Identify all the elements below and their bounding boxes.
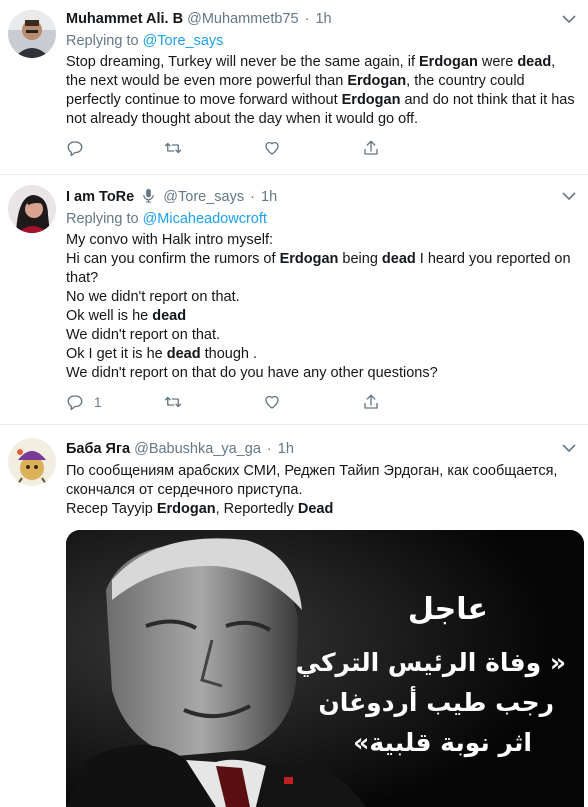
highlight-term: Erdogan [156, 501, 216, 517]
highlight-term: dead [381, 251, 416, 267]
text-segment: No we didn't report on that. [66, 289, 240, 305]
retweet-button[interactable] [164, 138, 182, 158]
highlight-term: Erdogan [279, 251, 339, 267]
separator-dot: · [266, 441, 272, 457]
tweet-line: We didn't report on that do you have any… [66, 364, 578, 383]
media-headline: عاجل [407, 592, 488, 627]
tweet-line: Hi can you confirm the rumors of Erdogan… [66, 250, 578, 288]
reply-button[interactable]: 1 [66, 392, 102, 412]
tweet-text: По сообщениям арабских СМИ, Реджеп Тайип… [66, 462, 578, 519]
like-icon [265, 141, 279, 155]
avatar[interactable] [8, 185, 56, 233]
tweet-header: Баба Яга @Babushka_ya_ga · 1h [66, 440, 574, 460]
tweet-line: По сообщениям арабских СМИ, Реджеп Тайип… [66, 462, 578, 500]
replying-label: Replying to [66, 33, 139, 49]
replying-to: Replying to @Tore_says [66, 32, 574, 51]
text-segment: Hi can you confirm the rumors of [66, 251, 280, 267]
tweet-media-image[interactable]: عاجل « وفاة الرئيس التركي رجب طيب أردوغا… [66, 530, 584, 807]
text-segment: , Reportedly [215, 501, 298, 517]
share-icon [364, 140, 378, 155]
timeline-feed: Muhammet Ali. B @Muhammetb75 · 1h Replyi… [0, 0, 588, 807]
media-text-line: « وفاة الرئيس التركي [295, 648, 566, 677]
separator-dot: · [250, 189, 255, 205]
text-segment: We didn't report on that do you have any… [66, 365, 438, 381]
text-segment: being [338, 251, 382, 267]
text-segment: По сообщениям арабских СМИ, Реджеп Тайип… [66, 463, 558, 498]
like-button[interactable] [263, 392, 281, 412]
retweet-icon [164, 396, 182, 408]
user-handle[interactable]: @Babushka_ya_ga [134, 441, 261, 457]
tweet-content: Muhammet Ali. B @Muhammetb75 · 1h Replyi… [66, 10, 575, 129]
avatar-image [8, 185, 56, 233]
reply-count: 1 [94, 394, 102, 410]
text-segment: were [477, 54, 518, 70]
tweet-actions: 1 [66, 392, 386, 412]
tweet-text: Stop dreaming, Turkey will never be the … [66, 53, 578, 129]
tweet-header: Muhammet Ali. B @Muhammetb75 · 1h [66, 10, 574, 30]
reply-icon [67, 395, 83, 411]
tweet-line: Recep Tayyip Erdogan, Reportedly Dead [66, 500, 578, 519]
tweet-time[interactable]: 1h [261, 189, 277, 205]
caret-down-icon[interactable] [562, 441, 576, 453]
media-text-line: اثر نوبة قلبية» [353, 728, 532, 757]
retweet-icon [164, 142, 182, 154]
share-button[interactable] [362, 392, 380, 412]
replying-to-link[interactable]: @Tore_says [143, 33, 224, 49]
tweet-text-paragraph: Stop dreaming, Turkey will never be the … [66, 53, 578, 129]
retweet-button[interactable] [164, 392, 182, 412]
highlight-term: dead [517, 54, 552, 70]
display-name[interactable]: Баба Яга [66, 441, 130, 457]
tweet-text: My convo with Halk intro myself: Hi can … [66, 231, 578, 383]
text-segment: Recep Tayyip [66, 501, 157, 517]
tweet-line: Ok I get it is he dead though . [66, 345, 578, 364]
reply-icon [67, 141, 83, 157]
like-icon [265, 395, 279, 409]
text-segment: Ok I get it is he [66, 346, 167, 362]
text-segment: Ok well is he [66, 308, 153, 324]
share-icon [364, 394, 378, 409]
user-handle[interactable]: @Tore_says [163, 189, 244, 205]
avatar-image [8, 10, 56, 58]
display-name[interactable]: I am ToRe [66, 189, 134, 205]
like-button[interactable] [263, 138, 281, 158]
tweet-line: Ok well is he dead [66, 307, 578, 326]
microphone-icon [141, 188, 156, 209]
avatar-image [8, 438, 56, 486]
avatar[interactable] [8, 438, 56, 486]
text-segment: though . [200, 346, 258, 362]
tweet-content: Баба Яга @Babushka_ya_ga · 1h По сообщен… [66, 440, 574, 519]
highlight-term: Erdogan [419, 54, 478, 70]
caret-down-icon[interactable] [562, 12, 576, 24]
highlight-term: Erdogan [347, 73, 407, 89]
tweet-time[interactable]: 1h [278, 441, 294, 457]
text-segment: We didn't report on that. [66, 327, 221, 343]
tweet-actions [66, 138, 386, 158]
tweet-header: I am ToRe @Tore_says · 1h [66, 188, 574, 208]
replying-to-link[interactable]: @Micaheadowcroft [143, 211, 267, 227]
replying-to: Replying to @Micaheadowcroft [66, 210, 574, 229]
caret-down-icon[interactable] [562, 189, 576, 201]
highlight-term: Erdogan [341, 92, 401, 108]
user-handle[interactable]: @Muhammetb75 [187, 11, 298, 27]
text-segment: My convo with Halk intro myself: [66, 232, 274, 248]
highlight-term: Dead [297, 501, 334, 517]
tweet-line: No we didn't report on that. [66, 288, 578, 307]
tweet-line: We didn't report on that. [66, 326, 578, 345]
display-name[interactable]: Muhammet Ali. B [66, 11, 183, 27]
avatar[interactable] [8, 10, 56, 58]
share-button[interactable] [362, 138, 380, 158]
highlight-term: dead [166, 346, 201, 362]
tweet-line: My convo with Halk intro myself: [66, 231, 578, 250]
separator-dot: · [304, 11, 310, 27]
replying-label: Replying to [66, 211, 139, 227]
tweet-content: I am ToRe @Tore_says · 1h Replying to @M… [66, 188, 574, 383]
highlight-term: dead [152, 308, 187, 324]
media-text-line: رجب طيب أردوغان [318, 688, 554, 717]
tweet-time[interactable]: 1h [315, 11, 331, 27]
reply-button[interactable] [66, 138, 94, 158]
text-segment: Stop dreaming, Turkey will never be the … [66, 54, 420, 70]
